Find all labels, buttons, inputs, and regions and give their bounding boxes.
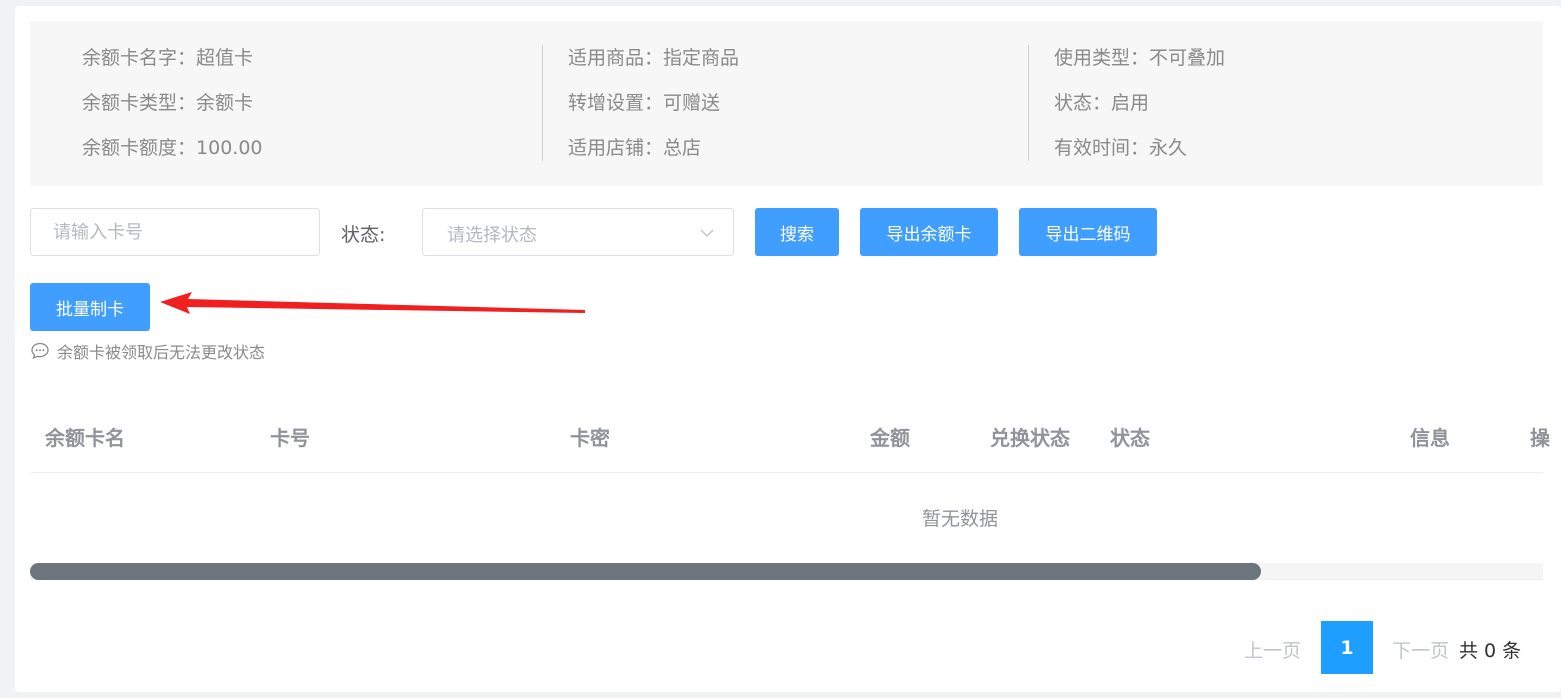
info-separator: ： — [1130, 47, 1150, 69]
info-value: 永久 — [1149, 137, 1188, 159]
info-label: 有效时间 — [1054, 137, 1131, 159]
info-column-3: 使用类型：不可叠加 状态：启用 有效时间：永久 — [1028, 45, 1225, 161]
info-label: 状态 — [1054, 92, 1093, 114]
annotation-arrow — [160, 292, 585, 314]
column-header-card-secret: 卡密 — [570, 426, 610, 450]
status-tip: 余额卡被领取后无法更改状态 — [30, 339, 265, 363]
column-header-redeem-status: 兑换状态 — [990, 426, 1070, 450]
table-header: 余额卡名 卡号 卡密 金额 兑换状态 状态 信息 操 — [30, 402, 1550, 473]
next-page-button[interactable]: 下一页 — [1392, 636, 1449, 663]
column-header-card-name: 余额卡名 — [45, 426, 125, 450]
info-value: 总店 — [663, 137, 702, 159]
info-label: 适用商品 — [568, 47, 645, 69]
info-card-type: 余额卡类型：余额卡 — [82, 90, 263, 135]
info-column-1: 余额卡名字：超值卡 余额卡类型：余额卡 余额卡额度：100.00 — [82, 45, 263, 161]
card-info-panel: 余额卡名字：超值卡 余额卡类型：余额卡 余额卡额度：100.00 适用商品：指定… — [30, 21, 1543, 186]
info-card-name: 余额卡名字：超值卡 — [82, 45, 263, 90]
info-label: 余额卡类型 — [82, 92, 178, 114]
info-value: 启用 — [1111, 92, 1150, 114]
card-number-input[interactable] — [30, 208, 320, 256]
main-card: 余额卡名字：超值卡 余额卡类型：余额卡 余额卡额度：100.00 适用商品：指定… — [15, 6, 1561, 692]
info-value: 100.00 — [196, 137, 263, 159]
info-separator: ： — [644, 92, 664, 114]
info-label: 使用类型 — [1054, 47, 1131, 69]
info-separator: ： — [177, 47, 197, 69]
info-gift-setting: 转增设置：可赠送 — [568, 90, 739, 135]
pagination-total: 共 0 条 — [1459, 640, 1522, 662]
status-filter-label: 状态: — [341, 224, 386, 246]
export-balance-card-button[interactable]: 导出余额卡 — [860, 208, 998, 256]
chevron-down-icon — [700, 229, 714, 238]
info-separator: ： — [1092, 92, 1112, 114]
info-status: 状态：启用 — [1054, 90, 1225, 135]
column-header-actions: 操 — [1530, 426, 1550, 450]
info-separator: ： — [644, 47, 664, 69]
info-value: 可赠送 — [663, 92, 721, 114]
info-label: 余额卡名字 — [82, 47, 178, 69]
info-valid-time: 有效时间：永久 — [1054, 135, 1225, 180]
info-label: 适用店铺 — [568, 137, 645, 159]
horizontal-scrollbar[interactable] — [30, 563, 1543, 580]
info-separator: ： — [177, 137, 197, 159]
column-header-amount: 金额 — [870, 426, 910, 450]
empty-table-text: 暂无数据 — [921, 508, 998, 530]
message-dots-icon — [31, 342, 49, 360]
info-separator: ： — [644, 137, 664, 159]
status-select[interactable]: 请选择状态 — [422, 208, 734, 256]
export-qrcode-button[interactable]: 导出二维码 — [1019, 208, 1157, 256]
batch-create-cards-button[interactable]: 批量制卡 — [30, 283, 150, 331]
info-label: 转增设置 — [568, 92, 645, 114]
status-tip-text: 余额卡被领取后无法更改状态 — [57, 343, 266, 362]
info-card-amount: 余额卡额度：100.00 — [82, 135, 263, 180]
prev-page-button[interactable]: 上一页 — [1244, 636, 1301, 663]
status-select-placeholder: 请选择状态 — [447, 225, 537, 246]
search-button[interactable]: 搜索 — [755, 208, 839, 256]
scrollbar-thumb[interactable] — [30, 563, 1261, 580]
page-1-button[interactable]: 1 — [1321, 621, 1373, 674]
info-value: 不可叠加 — [1149, 47, 1226, 69]
column-header-info: 信息 — [1410, 426, 1450, 450]
info-value: 超值卡 — [196, 47, 254, 69]
info-applicable-store: 适用店铺：总店 — [568, 135, 739, 180]
column-header-status: 状态 — [1110, 426, 1150, 450]
column-header-card-number: 卡号 — [270, 426, 310, 450]
info-separator: ： — [1130, 137, 1150, 159]
info-value: 指定商品 — [663, 47, 740, 69]
info-label: 余额卡额度 — [82, 137, 178, 159]
info-applicable-goods: 适用商品：指定商品 — [568, 45, 739, 90]
info-usage-type: 使用类型：不可叠加 — [1054, 45, 1225, 90]
info-value: 余额卡 — [196, 92, 254, 114]
info-column-2: 适用商品：指定商品 转增设置：可赠送 适用店铺：总店 — [542, 45, 739, 161]
info-separator: ： — [177, 92, 197, 114]
